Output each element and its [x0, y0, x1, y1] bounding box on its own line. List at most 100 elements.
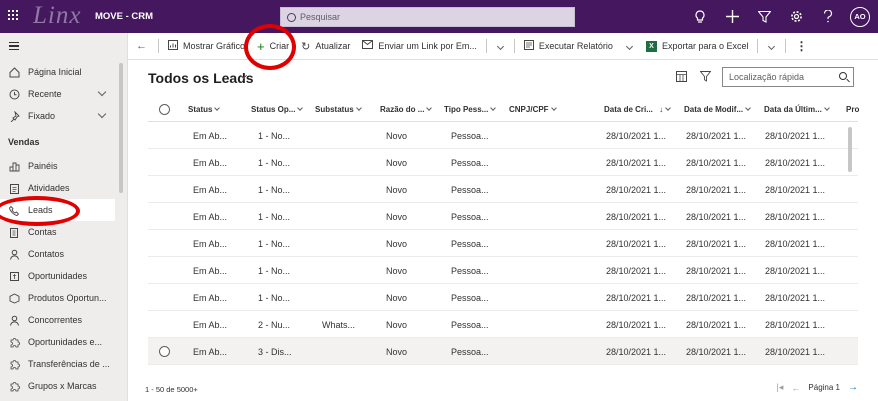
record-count: 1 - 50 de 5000+	[145, 385, 198, 394]
plus-icon[interactable]	[716, 0, 748, 33]
column-header[interactable]: Substatus	[315, 105, 362, 114]
sidebar-item-label: Contatos	[28, 249, 65, 259]
app-launcher-icon[interactable]	[8, 10, 20, 22]
sidebar-item-label: Página Inicial	[28, 67, 82, 77]
table-cell: Novo	[386, 320, 408, 330]
table-cell: 28/10/2021 1...	[765, 158, 826, 168]
table-cell: 28/10/2021 1...	[686, 212, 747, 222]
divider	[757, 39, 759, 53]
table-row[interactable]: Em Ab... 1 - No... Novo Pessoa... 28/10/2021…	[148, 176, 858, 203]
column-header[interactable]: Status Op...	[251, 105, 304, 114]
excel-icon: X	[645, 40, 657, 52]
table-cell: 28/10/2021 1...	[765, 131, 826, 141]
send-link-button[interactable]: Enviar um Link por Em...	[356, 33, 483, 60]
pin-icon	[8, 110, 20, 122]
table-cell: 28/10/2021 1...	[606, 185, 667, 195]
table-cell: Em Ab...	[193, 158, 228, 168]
select-all-checkbox[interactable]	[159, 104, 170, 115]
global-search-input[interactable]: Pesquisar	[280, 7, 575, 27]
chevron-down-icon[interactable]	[625, 42, 633, 50]
filter-icon[interactable]	[748, 0, 780, 33]
chevron-down-icon[interactable]	[97, 87, 107, 97]
next-page-icon[interactable]: →	[848, 382, 858, 393]
sidebar-item-groups-brands[interactable]: Grupos x Marcas	[0, 375, 115, 397]
table-cell: Pessoa...	[451, 320, 489, 330]
column-header[interactable]: Tipo Pess...	[444, 105, 497, 114]
sidebar-item-opportunity-products[interactable]: Produtos Oportun...	[0, 287, 115, 309]
sidebar-item-transfers[interactable]: Transferências de ...	[0, 353, 115, 375]
help-icon[interactable]	[812, 0, 844, 33]
dashboard-icon	[8, 160, 20, 172]
table-cell: Novo	[386, 266, 408, 276]
refresh-button[interactable]: ↻ Atualizar	[295, 33, 356, 60]
table-row[interactable]: Em Ab... 1 - No... Novo Pessoa... 28/10/2021…	[148, 122, 858, 149]
sidebar-item-contacts[interactable]: Contatos	[0, 243, 115, 265]
sidebar-item-dashboards[interactable]: Painéis	[0, 155, 115, 177]
row-select-checkbox[interactable]	[159, 346, 170, 357]
lightbulb-icon[interactable]	[684, 0, 716, 33]
export-excel-button[interactable]: X Exportar para o Excel	[640, 33, 755, 60]
column-header[interactable]: Pro	[846, 105, 859, 114]
person-icon	[8, 248, 20, 260]
sidebar-item-competitors[interactable]: Concorrentes	[0, 309, 115, 331]
chevron-down-icon[interactable]	[97, 109, 107, 119]
sidebar-item-recent[interactable]: Recente	[0, 83, 115, 105]
sidebar-section-title: Vendas	[8, 137, 40, 147]
sidebar-item-activities[interactable]: Atividades	[0, 177, 115, 199]
view-title[interactable]: Todos os Leads	[148, 70, 254, 86]
table-row[interactable]: Em Ab... 1 - No... Novo Pessoa... 28/10/2021…	[148, 284, 858, 311]
show-chart-button[interactable]: Mostrar Gráfico	[162, 33, 251, 60]
opportunity-icon	[8, 270, 20, 282]
run-report-button[interactable]: Executar Relatório	[518, 33, 619, 60]
sidebar-item-label: Oportunidades e...	[28, 337, 103, 347]
table-cell: 28/10/2021 1...	[765, 266, 826, 276]
table-cell: Novo	[386, 239, 408, 249]
table-cell: 1 - No...	[258, 266, 291, 276]
table-cell: Em Ab...	[193, 293, 228, 303]
chevron-down-icon	[823, 105, 830, 111]
more-commands-button[interactable]: ⋮	[789, 33, 813, 60]
grid-scrollbar[interactable]	[848, 127, 852, 172]
user-avatar[interactable]: AO	[850, 6, 870, 27]
column-header[interactable]: Data de Cri... ↓	[604, 105, 671, 114]
sidebar-scrollbar[interactable]	[119, 63, 123, 193]
divider	[158, 39, 159, 53]
hamburger-menu-icon[interactable]	[9, 42, 19, 52]
table-cell: 28/10/2021 1...	[765, 239, 826, 249]
puzzle-icon	[8, 336, 20, 348]
table-row[interactable]: Em Ab... 1 - No... Novo Pessoa... 28/10/2021…	[148, 257, 858, 284]
column-header[interactable]: Razão do ...	[380, 105, 433, 114]
gear-icon[interactable]	[780, 0, 812, 33]
app-name[interactable]: MOVE - CRM	[95, 11, 153, 22]
table-cell: 28/10/2021 1...	[686, 131, 747, 141]
search-icon[interactable]	[839, 72, 847, 80]
column-header[interactable]: Data de Modif...	[684, 105, 751, 114]
edit-columns-icon[interactable]	[676, 71, 687, 85]
previous-page-icon[interactable]: ←	[791, 383, 800, 393]
table-row[interactable]: Em Ab... 1 - No... Novo Pessoa... 28/10/2021…	[148, 230, 858, 257]
sidebar-item-opportunities[interactable]: Oportunidades	[0, 265, 115, 287]
chevron-down-icon[interactable]	[496, 42, 504, 50]
column-header[interactable]: CNPJ/CPF	[509, 105, 557, 114]
back-arrow-icon: ←	[136, 40, 147, 52]
sidebar-item-home[interactable]: Página Inicial	[0, 61, 115, 83]
column-header[interactable]: Status	[188, 105, 221, 114]
divider	[785, 39, 787, 53]
table-cell: 28/10/2021 1...	[686, 185, 747, 195]
table-row[interactable]: Em Ab... 1 - No... Novo Pessoa... 28/10/2021…	[148, 203, 858, 230]
sidebar-item-pinned[interactable]: Fixado	[0, 105, 115, 127]
page-label: Página 1	[808, 383, 840, 392]
column-header[interactable]: Data da Últim...	[764, 105, 830, 114]
quick-find-input[interactable]: Localização rápida	[722, 67, 854, 87]
table-row[interactable]: Em Ab... 1 - No... Novo Pessoa... 28/10/2021…	[148, 149, 858, 176]
table-cell: Pessoa...	[451, 293, 489, 303]
person-icon	[8, 314, 20, 326]
table-cell: 1 - No...	[258, 131, 291, 141]
chevron-down-icon[interactable]	[768, 42, 776, 50]
back-button[interactable]: ←	[128, 33, 155, 60]
sidebar-item-opportunities-ext[interactable]: Oportunidades e...	[0, 331, 115, 353]
table-row[interactable]: Em Ab... 2 - Nu... Whats... Novo Pessoa... 28…	[148, 311, 858, 338]
first-page-icon[interactable]: |◂	[777, 382, 784, 393]
filter-icon[interactable]	[699, 71, 712, 85]
table-row[interactable]: Em Ab... 3 - Dis... Novo Pessoa... 28/10/202…	[148, 338, 858, 365]
